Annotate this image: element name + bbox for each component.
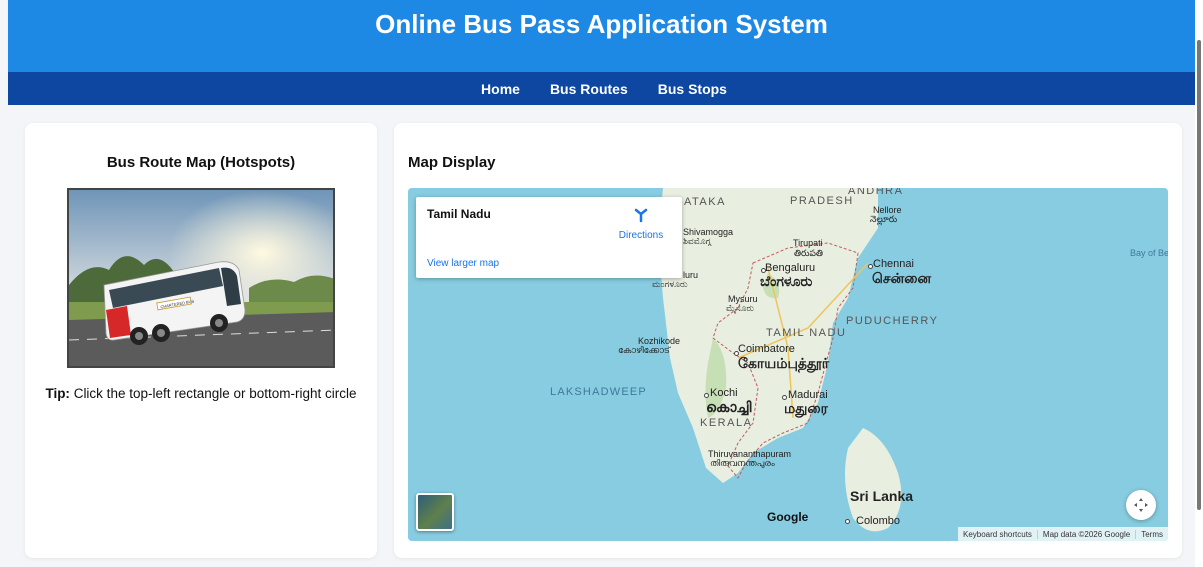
map-label-kerala: KERALA — [700, 417, 753, 429]
main-nav: Home Bus Routes Bus Stops — [8, 72, 1195, 105]
map-label-chennai: Chennai — [873, 258, 914, 270]
place-name: Tamil Nadu — [427, 207, 491, 221]
map-label-coimbatore: Coimbatore — [738, 343, 795, 355]
map-label-pradesh: PRADESH — [790, 195, 854, 207]
map-label-kochi: Kochi — [710, 387, 738, 399]
map-label-colombo: Colombo — [856, 515, 901, 527]
map-label-tamil-nadu: TAMIL NADU — [766, 327, 847, 339]
map-label-thiruvananthapuram-native: തിരുവനന്തപുരം — [710, 458, 775, 468]
bus-illustration: CHARTERED BUS — [69, 190, 333, 366]
tip-body: Click the top-left rectangle or bottom-r… — [69, 386, 357, 401]
bengaluru-marker — [761, 268, 766, 273]
chennai-marker — [868, 264, 873, 269]
map-footer: Keyboard shortcuts Map data ©2026 Google… — [957, 527, 1168, 541]
directions-icon — [634, 208, 648, 223]
map-label-chennai-native: சென்னை — [872, 270, 932, 286]
satellite-thumbnail[interactable] — [416, 493, 454, 531]
map-label-bay-of-bengal: Bay of Be — [1130, 248, 1168, 258]
kochi-marker — [704, 393, 709, 398]
page-scrollbar[interactable] — [1195, 0, 1203, 567]
map-label-bengaluru-native: ಬೆಂಗಳೂರು — [760, 273, 813, 289]
map-label-lakshadweep: LAKSHADWEEP — [550, 386, 647, 398]
map-label-coimbatore-native: கோயம்புத்தூர் — [738, 355, 830, 371]
map-label-puducherry: PUDUCHERRY — [846, 315, 939, 327]
site-header: Online Bus Pass Application System — [8, 0, 1195, 72]
map-label-tirupati: Tirupati — [793, 238, 823, 248]
map-label-nellore-native: నెల్లూరు — [870, 214, 898, 224]
embedded-map[interactable]: Tamil Nadu Directions View larger map AN… — [408, 188, 1168, 541]
place-info-card: Tamil Nadu Directions View larger map — [416, 197, 682, 278]
google-logo: Google — [767, 510, 809, 524]
scrollbar-thumb[interactable] — [1197, 40, 1201, 510]
route-map-title: Bus Route Map (Hotspots) — [106, 154, 296, 171]
map-label-mysuru-native: ಮೈಸೂರು — [726, 303, 754, 313]
colombo-marker — [845, 519, 850, 524]
map-label-kozhikode-native: കോഴിക്കോട് — [618, 345, 670, 355]
directions-button[interactable]: Directions — [616, 207, 666, 241]
map-label-tirupati-native: తిరుపతి — [794, 248, 823, 258]
page-title: Online Bus Pass Application System — [375, 9, 828, 39]
coimbatore-marker — [734, 351, 739, 356]
map-label-shivamogga-native: ಶಿವಮೊಗ್ಗ — [683, 236, 711, 246]
map-display-title: Map Display — [408, 154, 496, 171]
directions-label: Directions — [618, 230, 664, 241]
map-label-andhra: ANDHRA — [848, 188, 904, 197]
map-display-card: Map Display Tamil Nadu Directions View l… — [394, 123, 1182, 558]
view-larger-map-link[interactable]: View larger map — [427, 258, 499, 269]
map-label-madurai-native: மதுரை — [784, 400, 828, 416]
map-label-mangaluru-native: ಮಂಗಳೂರು — [652, 279, 688, 289]
map-label-karnataka: ATAKA — [684, 196, 726, 208]
nav-bus-routes[interactable]: Bus Routes — [550, 81, 628, 97]
nav-bus-stops[interactable]: Bus Stops — [658, 81, 727, 97]
map-data-attribution: Map data ©2026 Google — [1036, 529, 1135, 539]
tip-label: Tip: — [45, 386, 70, 401]
nav-home[interactable]: Home — [481, 81, 520, 97]
keyboard-shortcuts-link[interactable]: Keyboard shortcuts — [958, 530, 1037, 539]
recenter-button[interactable] — [1126, 490, 1156, 520]
map-label-kochi-native: കൊച്ചി — [706, 399, 752, 415]
recenter-icon — [1134, 498, 1148, 512]
map-label-sri-lanka: Sri Lanka — [850, 488, 914, 504]
madurai-marker — [782, 395, 787, 400]
route-map-card: Bus Route Map (Hotspots) CHARTERED BUS T… — [25, 123, 377, 558]
terms-link[interactable]: Terms — [1135, 529, 1168, 539]
bus-hotspot-image[interactable]: CHARTERED BUS — [67, 188, 335, 368]
tip-text: Tip: Click the top-left rectangle or bot… — [25, 386, 377, 401]
